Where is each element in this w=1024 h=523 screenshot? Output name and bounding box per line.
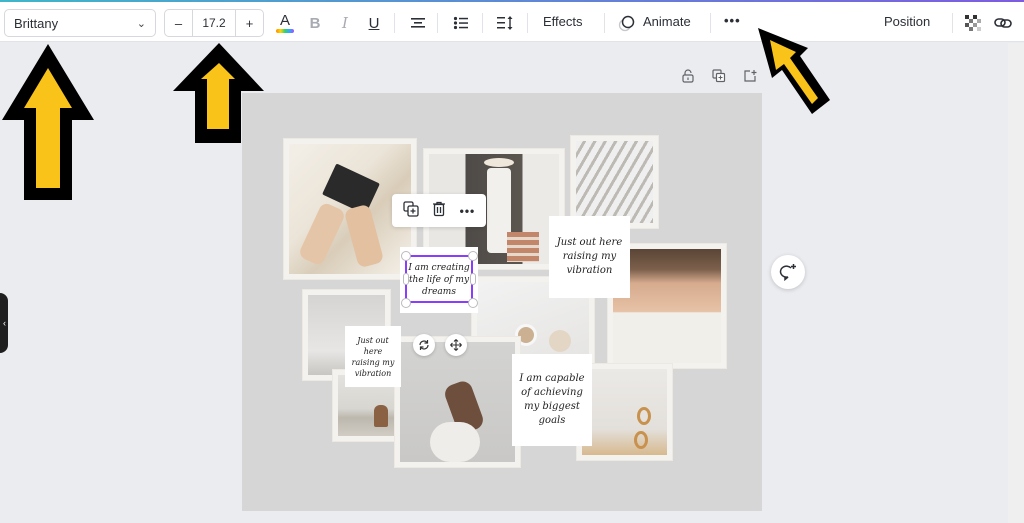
resize-handle-right[interactable] [470,273,476,285]
rotate-button[interactable] [413,334,435,356]
rotate-icon [419,340,429,350]
resize-handle-top-left[interactable] [401,251,411,261]
move-button[interactable] [445,334,467,356]
text-color-icon: A [279,11,290,29]
font-family-dropdown[interactable]: Brittany ⌄ [4,9,156,37]
spacing-button[interactable] [493,11,517,35]
element-more-button[interactable]: ••• [460,204,476,218]
person-shape [374,405,388,427]
color-swatch-bar [276,28,294,33]
photo-shadows[interactable] [571,136,658,228]
add-comment-icon [779,264,796,281]
element-context-menu: ••• [392,194,486,227]
selection-box [405,255,473,303]
link-button[interactable] [991,11,1015,35]
add-page-icon [744,70,757,82]
resize-handle-bottom-left[interactable] [401,298,411,308]
animate-icon [615,11,639,35]
effects-button[interactable]: Effects [543,14,583,29]
underline-button[interactable]: U [362,11,386,35]
bold-button[interactable]: B [303,11,327,35]
duplicate-element-button[interactable] [403,201,419,220]
quote-note-capable[interactable]: I am capable of achieving my biggest goa… [512,354,592,446]
trash-icon [433,201,446,217]
toolbar-divider [394,13,395,33]
italic-button[interactable]: I [333,11,357,35]
arm-shape [297,201,347,267]
arm-shape [343,203,385,269]
vertical-scrollbar[interactable] [1008,43,1024,523]
editor-toolbar: Brittany ⌄ – 17.2 + A B I U Effects Anim… [0,2,1024,42]
annotation-arrow-more [758,28,830,114]
font-family-value: Brittany [14,15,59,31]
candle-shape [549,330,571,352]
sleeve-shape [430,422,480,462]
toolbar-divider [482,13,483,33]
hat-shape [484,158,514,167]
quote-note-vibration[interactable]: Just out here raising my vibration [549,216,630,298]
transparency-icon [965,15,981,31]
duplicate-page-icon [712,69,726,83]
toolbar-divider [604,13,605,33]
quote-note-vibration-small[interactable]: Just out here raising my vibration [345,326,401,387]
list-button[interactable] [449,11,473,35]
photo-hand-plant[interactable] [395,337,520,467]
toolbar-divider [437,13,438,33]
line-spacing-icon [497,16,513,30]
resize-handle-top-right[interactable] [468,251,478,261]
toolbar-divider [952,13,953,33]
lock-page-button[interactable] [679,67,697,85]
duplicate-icon [403,201,419,217]
animate-button[interactable]: Animate [643,14,691,29]
stairs-shape [507,232,539,262]
side-panel-toggle[interactable]: ‹ [0,293,8,353]
position-button[interactable]: Position [884,14,930,29]
font-size-input[interactable]: 17.2 [193,10,235,36]
resize-handle-bottom-right[interactable] [468,298,478,308]
move-icon [450,339,462,351]
align-center-button[interactable] [406,11,430,35]
font-size-stepper: – 17.2 + [164,9,264,37]
align-center-icon [411,18,425,28]
duplicate-page-button[interactable] [710,67,728,85]
earring-shape [634,431,648,449]
transparency-button[interactable] [961,11,985,35]
toolbar-divider [527,13,528,33]
annotation-arrow-size [173,43,264,143]
text-color-button[interactable]: A [273,11,297,35]
earring-shape [637,407,651,425]
toolbar-divider [710,13,711,33]
increase-font-size-button[interactable]: + [235,10,263,36]
decrease-font-size-button[interactable]: – [165,10,193,36]
resize-handle-left[interactable] [403,273,409,285]
chevron-down-icon: ⌄ [136,17,146,30]
bullet-list-icon [453,16,468,30]
add-comment-button[interactable] [771,255,805,289]
delete-element-button[interactable] [432,201,446,220]
link-icon [994,18,1012,28]
unlock-icon [682,69,694,83]
annotation-arrow-font [2,44,94,200]
more-options-button[interactable]: ••• [724,13,741,28]
